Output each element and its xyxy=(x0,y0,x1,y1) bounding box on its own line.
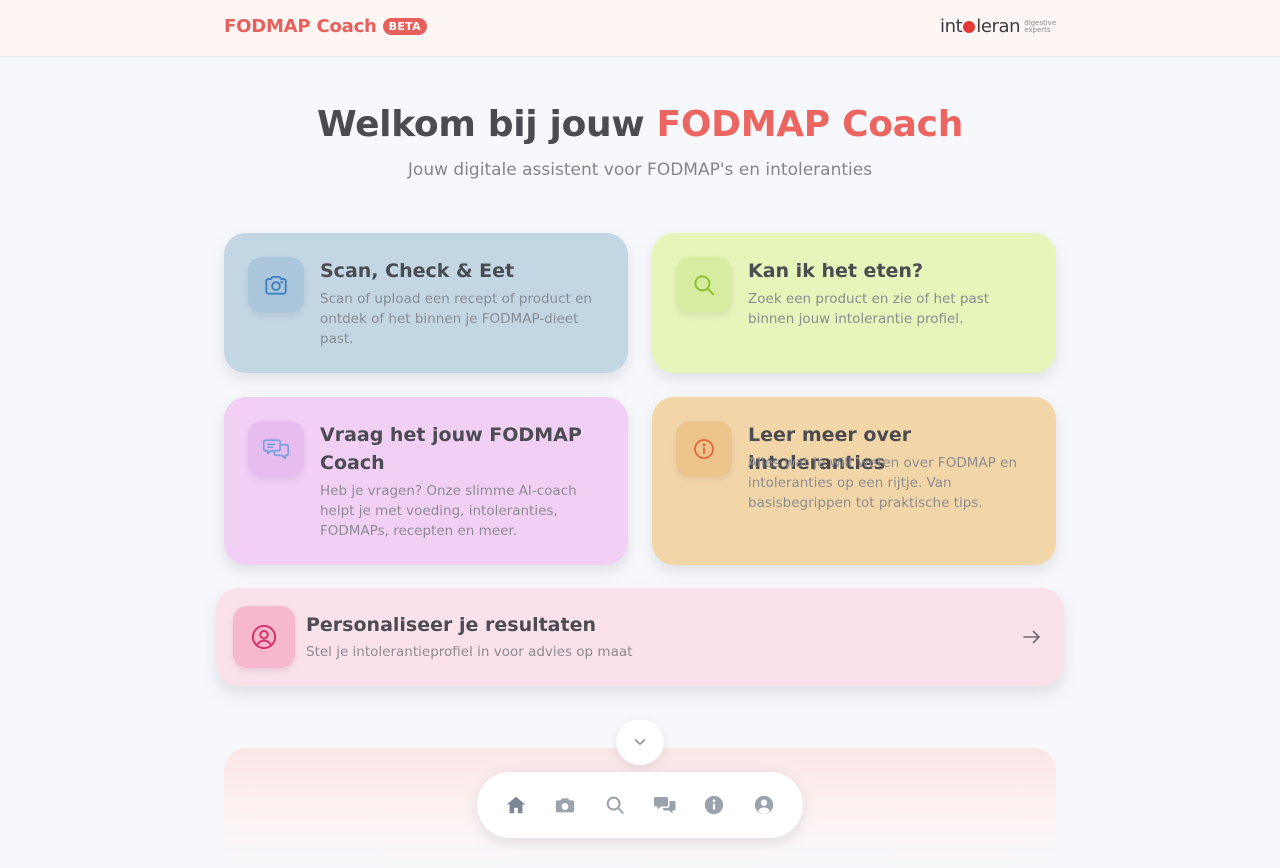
nav-scan[interactable] xyxy=(545,785,585,825)
nav-home[interactable] xyxy=(496,785,536,825)
nav-chat[interactable] xyxy=(645,785,685,825)
chat-card-description: Heb je vragen? Onze slimme AI-coach help… xyxy=(320,483,577,539)
chat-icon xyxy=(653,797,676,814)
arrow-right-icon[interactable] xyxy=(1020,625,1044,649)
chevron-down-icon xyxy=(634,739,646,745)
nav-search[interactable] xyxy=(595,785,635,825)
top-bar: FODMAP Coach BETA int leran digestive exp… xyxy=(0,0,1280,57)
camera-icon xyxy=(556,798,575,813)
learn-intolerances-card[interactable]: Leer meer over intoleranties Alles wat j… xyxy=(652,397,1056,565)
partner-logo-dot xyxy=(963,21,976,33)
scan-check-eat-card[interactable]: Scan, Check & Eet Scan of upload een rec… xyxy=(224,233,628,373)
eat-card-description: Zoek een product en zie of het past binn… xyxy=(748,291,990,327)
eat-card-title: Kan ik het eten? xyxy=(748,260,923,282)
search-icon xyxy=(676,257,732,313)
beta-badge: BETA xyxy=(382,18,427,35)
learn-card-description: Alles wat je wilt weten over FODMAP en i… xyxy=(748,455,1017,511)
partner-logo-text: int leran xyxy=(940,16,1021,37)
info-icon xyxy=(705,795,724,815)
bottom-navigation xyxy=(477,772,803,838)
page-title: Welkom bij jouw FODMAP Coach xyxy=(0,104,1280,145)
page-title-prefix: Welkom bij jouw xyxy=(316,104,657,145)
nav-info[interactable] xyxy=(694,785,734,825)
profile-icon xyxy=(754,795,774,815)
chat-bubbles-icon xyxy=(248,421,304,477)
camera-icon xyxy=(248,257,304,313)
nav-profile[interactable] xyxy=(744,785,784,825)
search-icon xyxy=(606,796,624,814)
partner-tagline: digestive experts xyxy=(1024,18,1057,34)
scroll-down-button[interactable] xyxy=(616,719,664,765)
personal-card-description: Stel je intolerantieprofiel in voor advi… xyxy=(306,644,633,660)
info-icon xyxy=(676,421,732,477)
scan-card-description: Scan of upload een recept of product en … xyxy=(320,291,592,347)
personalise-results-card[interactable]: Personaliseer je resultaten Stel je into… xyxy=(216,588,1064,686)
page-title-accent: FODMAP Coach xyxy=(656,104,964,145)
can-i-eat-card[interactable]: Kan ik het eten? Zoek een product en zie… xyxy=(652,233,1056,373)
user-circle-icon xyxy=(233,606,295,668)
scan-card-title: Scan, Check & Eet xyxy=(320,260,515,282)
chat-card-title: Vraag het jouw FODMAP Coach xyxy=(320,424,582,474)
page-subtitle: Jouw digitale assistent voor FODMAP's en… xyxy=(407,160,873,180)
ask-coach-card[interactable]: Vraag het jouw FODMAP Coach Heb je vrage… xyxy=(224,397,628,565)
home-icon xyxy=(506,796,525,814)
partner-logo: int leran digestive experts xyxy=(940,16,1056,37)
personal-card-title: Personaliseer je resultaten xyxy=(306,614,597,636)
brand-name: FODMAP Coach xyxy=(224,16,377,37)
brand-logo[interactable]: FODMAP Coach BETA xyxy=(224,16,427,37)
